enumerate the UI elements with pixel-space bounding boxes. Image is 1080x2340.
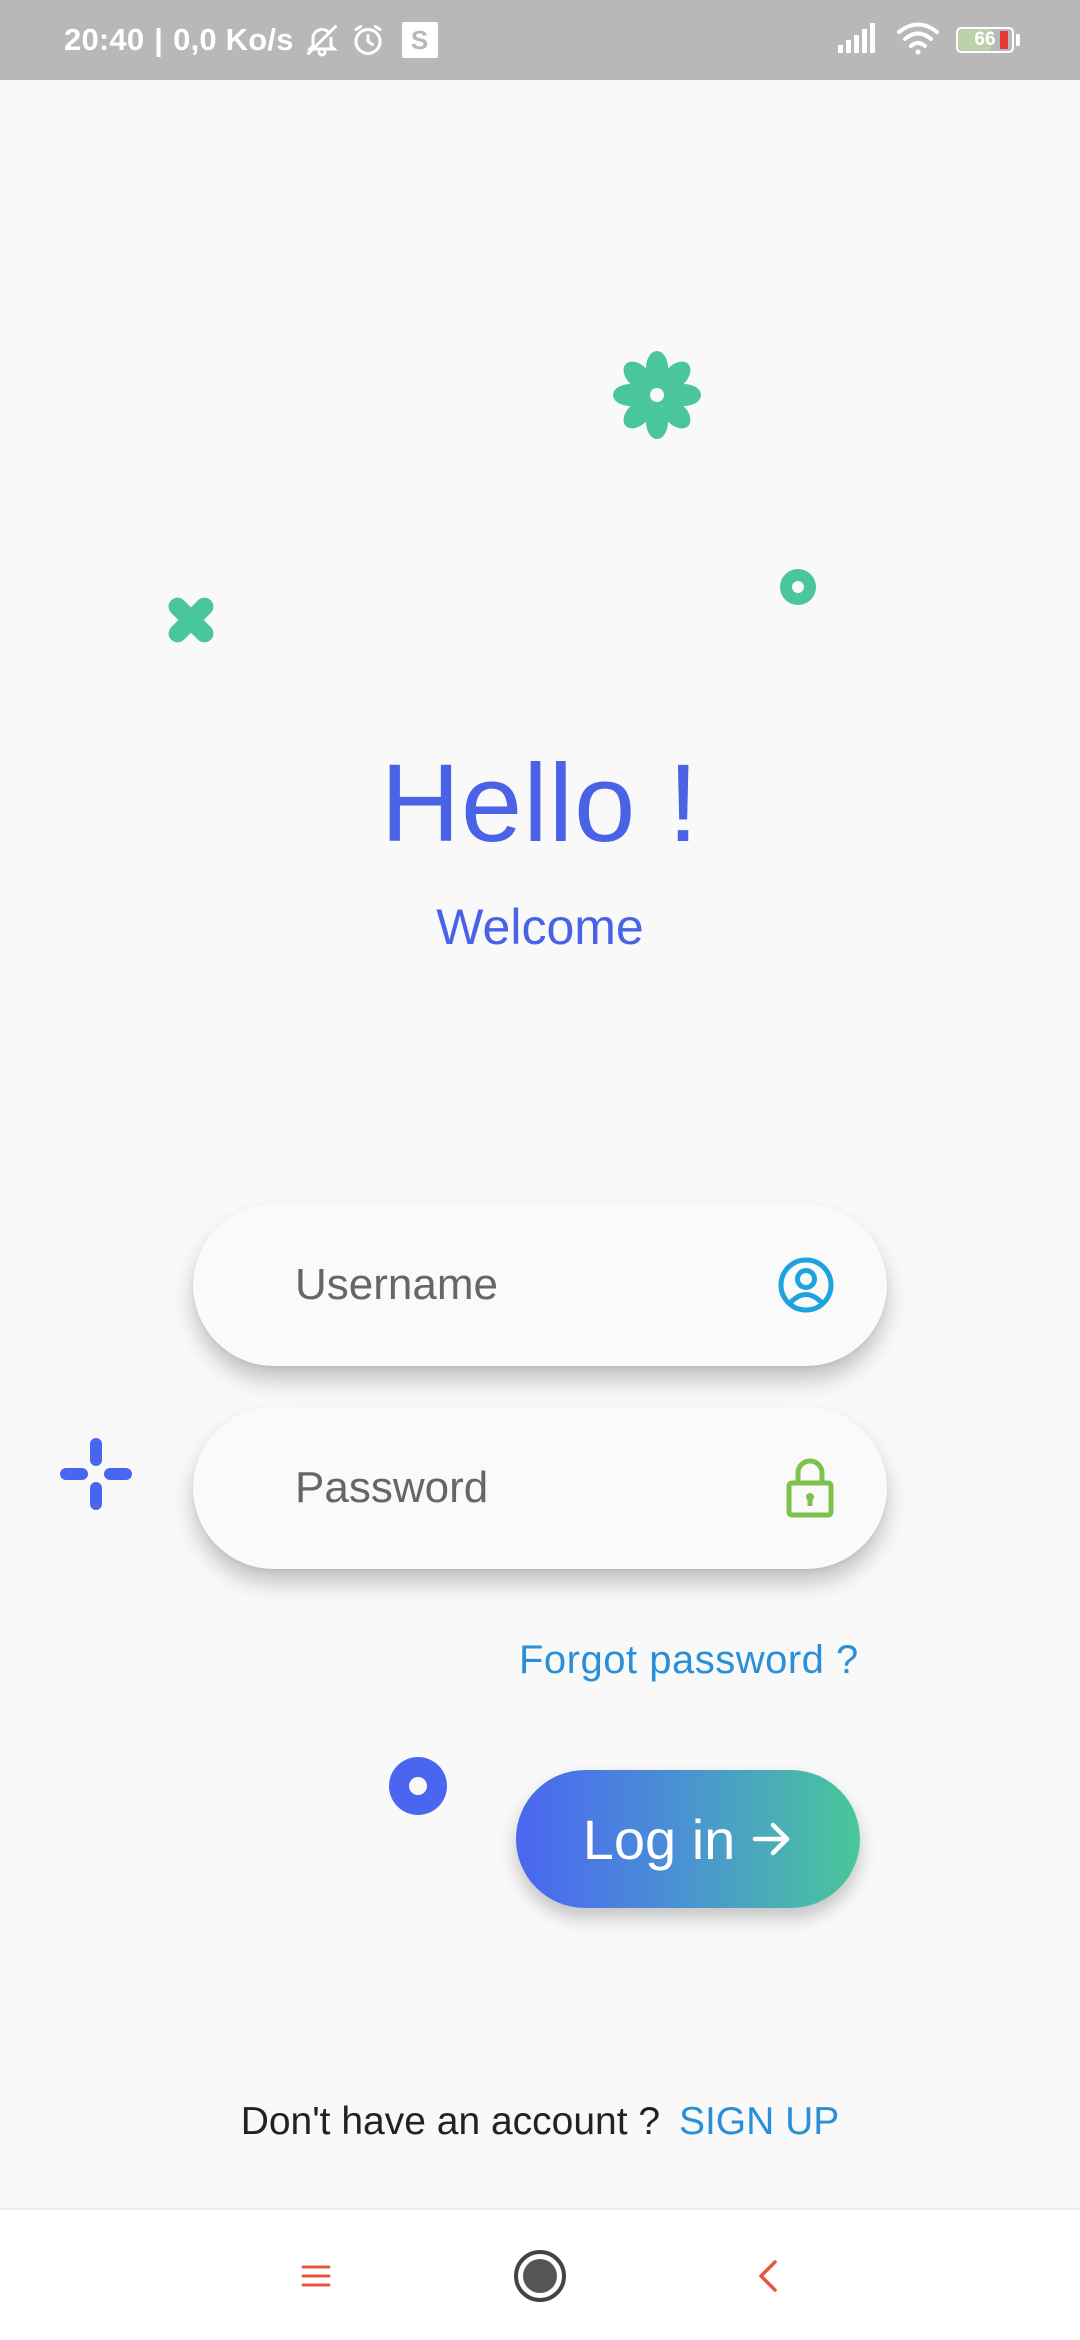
app-badge-icon: S <box>401 22 438 58</box>
lock-icon <box>785 1457 835 1519</box>
signal-icon <box>836 22 880 58</box>
arrow-right-icon <box>751 1818 793 1860</box>
username-field[interactable] <box>193 1204 887 1366</box>
status-bar: 20:40 | 0,0 Ko/s S 66 <box>0 0 1080 80</box>
status-left: 20:40 | 0,0 Ko/s S <box>64 0 438 80</box>
home-circle-icon <box>513 2249 567 2303</box>
menu-icon <box>301 2264 331 2288</box>
status-speed: 0,0 Ko/s <box>173 22 294 57</box>
login-screen: 20:40 | 0,0 Ko/s S 66 Hello ! Welcome Us… <box>0 0 1080 2340</box>
battery-icon: 66 <box>956 27 1014 53</box>
bell-off-icon <box>304 22 340 58</box>
nav-menu-button[interactable] <box>256 2210 376 2340</box>
battery-level: 66 <box>974 29 996 50</box>
back-chevron-icon <box>757 2259 779 2293</box>
forgot-password-link[interactable]: Forgot password ? <box>519 1638 859 1683</box>
battery-tip <box>1016 34 1020 46</box>
ring-decoration-green-icon <box>778 567 818 612</box>
nav-back-button[interactable] <box>708 2210 828 2340</box>
status-separator: | <box>154 22 164 57</box>
login-button-label: Log in <box>582 1807 736 1871</box>
wifi-icon <box>896 21 940 60</box>
login-button[interactable]: Log in <box>516 1770 860 1908</box>
username-input[interactable] <box>295 1260 735 1310</box>
status-time: 20:40 <box>64 22 145 57</box>
navigation-bar <box>0 2208 1080 2340</box>
ring-decoration-blue-icon <box>388 1756 448 1821</box>
password-input[interactable] <box>295 1463 735 1513</box>
greeting-subtitle: Welcome <box>436 899 644 955</box>
cross-decoration-icon <box>163 592 219 653</box>
status-right: 66 <box>836 0 1020 80</box>
signup-row: Don't have an account ? SIGN UP <box>0 2100 1080 2144</box>
sparkle-decoration-icon <box>58 1436 134 1517</box>
password-field[interactable] <box>193 1407 887 1569</box>
signup-link[interactable]: SIGN UP <box>679 2100 839 2143</box>
nav-home-button[interactable] <box>480 2210 600 2340</box>
alarm-icon <box>350 22 386 58</box>
flower-decoration-icon <box>612 350 702 445</box>
signup-prompt: Don't have an account ? <box>240 2100 661 2143</box>
user-circle-icon <box>777 1256 835 1314</box>
greeting-title: Hello ! <box>380 742 700 865</box>
